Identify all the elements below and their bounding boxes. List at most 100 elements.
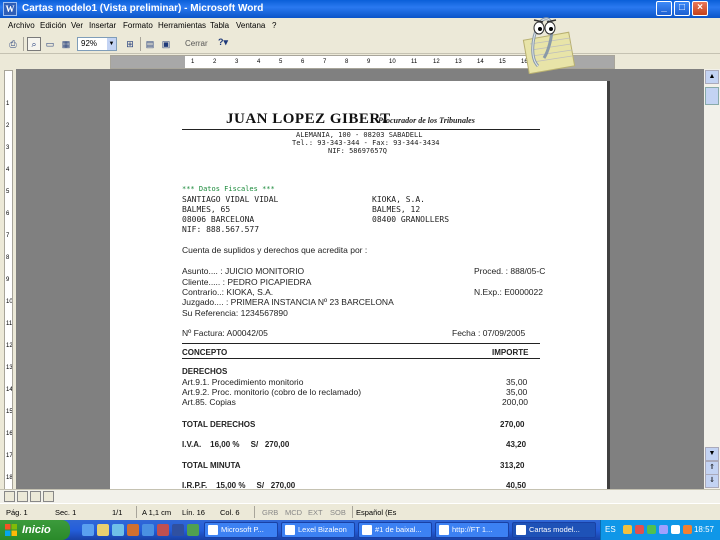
outline-view-icon[interactable] [43,491,54,502]
vertical-scrollbar[interactable]: ▲ ▼ ⇑ ⇓ [704,69,720,489]
explorer-quicklaunch-icon[interactable] [97,524,109,536]
outlook-quicklaunch-icon[interactable] [142,524,154,536]
tray-icon-1[interactable] [623,525,632,534]
start-button[interactable]: Inicio [0,520,70,540]
normal-view-icon[interactable] [4,491,15,502]
ruler-tick: 9 [367,59,371,65]
next-page-icon[interactable]: ⇓ [705,474,719,488]
task-icon [439,525,449,535]
print-view-icon[interactable] [30,491,41,502]
ie-quicklaunch-icon[interactable] [82,524,94,536]
task-button-5[interactable]: Cartas model... [512,522,596,538]
status-pages: 1/1 [112,508,123,517]
task-icon [285,525,295,535]
menu-formato[interactable]: Formato [123,21,153,30]
print-icon[interactable]: ⎙ [6,37,20,51]
office-assistant-icon[interactable] [512,8,576,74]
task-icon [208,525,218,535]
document-page[interactable]: JUAN LOPEZ GIBERT Procurador de los Trib… [110,81,610,489]
status-language[interactable]: Español (Es [356,508,396,517]
juzgado-line: Juzgado.... : PRIMERA INSTANCIA Nº 23 BA… [182,297,394,307]
ruler-tick: 8 [6,255,10,261]
ruler-tick: 12 [433,59,440,65]
word-app-icon[interactable]: W [3,2,17,16]
minimize-button[interactable]: _ [656,1,672,16]
one-page-icon[interactable]: ▭ [43,37,57,51]
line-3-label: Art.85. Copias [182,397,236,407]
help-icon[interactable]: ?▾ [218,37,228,48]
magnifier-icon[interactable]: ⌕ [27,37,41,51]
ruler-tick: 5 [279,59,283,65]
web-view-icon[interactable] [17,491,28,502]
tray-icon-3[interactable] [647,525,656,534]
lawyer-role: Procurador de los Tribunales [378,116,475,125]
menu-bar: Archivo Edición Ver Insertar Formato Her… [0,18,720,34]
menu-ventana[interactable]: Ventana [236,21,265,30]
horizontal-scrollbar[interactable] [0,489,720,503]
status-column: Col. 6 [220,508,240,517]
ruler-tick: 15 [6,409,13,415]
vertical-ruler[interactable]: 1 2 3 4 5 6 7 8 9 10 11 12 13 14 15 16 17 18 [4,70,13,490]
ruler-tick: 5 [6,189,10,195]
scroll-thumb[interactable] [705,87,719,105]
status-ext[interactable]: EXT [308,508,323,517]
menu-tabla[interactable]: Tabla [210,21,229,30]
ruler-tick: 18 [6,475,13,481]
menu-insertar[interactable]: Insertar [89,21,116,30]
task-label-3: #1 de baixal... [375,525,422,534]
media-quicklaunch-icon[interactable] [127,524,139,536]
start-label: Inicio [22,524,51,536]
ruler-tick: 7 [323,59,327,65]
task-button-4[interactable]: http://FT 1... [435,522,509,538]
chevron-down-icon[interactable]: ▼ [107,38,116,50]
zoom-value: 92% [81,39,98,48]
tray-icon-5[interactable] [671,525,680,534]
shrink-to-fit-icon[interactable]: ▤ [143,37,157,51]
close-window-button[interactable]: × [692,1,708,16]
line-2-value: 35,00 [506,387,528,397]
ruler-tick: 15 [499,59,506,65]
tray-icon-6[interactable] [683,525,692,534]
ruler-tick: 1 [191,59,195,65]
quicklaunch-icon-7[interactable] [172,524,184,536]
word-window: W Cartas modelo1 (Vista preliminar) - Mi… [0,0,720,540]
ruler-tick: 11 [6,321,13,327]
zoom-select[interactable]: 92% ▼ [77,37,117,51]
full-screen-icon[interactable]: ▣ [159,37,173,51]
quicklaunch-icon-8[interactable] [187,524,199,536]
status-grb[interactable]: GRB [262,508,278,517]
task-button-2[interactable]: Lexel Bizaleon [281,522,355,538]
task-button-1[interactable]: Microsoft P... [204,522,278,538]
ruler-tick: 12 [6,343,13,349]
previous-page-icon[interactable]: ⇑ [705,461,719,475]
multiple-pages-icon[interactable]: ▦ [59,37,73,51]
menu-ver[interactable]: Ver [71,21,83,30]
menu-herramientas[interactable]: Herramientas [158,21,206,30]
status-sob[interactable]: SOB [330,508,346,517]
view-ruler-icon[interactable]: ⊞ [123,37,137,51]
task-button-3[interactable]: #1 de baixal... [358,522,432,538]
scroll-down-icon[interactable]: ▼ [705,447,719,461]
status-mcd[interactable]: MCD [285,508,302,517]
quicklaunch-icon-6[interactable] [157,524,169,536]
ruler-tick: 10 [6,299,13,305]
status-section: Sec. 1 [55,508,77,517]
menu-archivo[interactable]: Archivo [8,21,35,30]
fiscal-title: *** Datos Fiscales *** [182,185,275,193]
input-language[interactable]: ES [605,525,616,534]
ruler-tick: 11 [411,59,418,65]
menu-help[interactable]: ? [272,21,276,30]
scroll-up-icon[interactable]: ▲ [705,70,719,84]
maximize-button[interactable]: □ [674,1,690,16]
status-bar: Pág. 1 Sec. 1 1/1 A 1,1 cm Lín. 16 Col. … [0,503,720,520]
tray-icon-4[interactable] [659,525,668,534]
ruler-tick: 1 [6,101,10,107]
phone-line: Tel.: 93-343-344 - Fax: 93-344-3434 [292,139,440,147]
ruler-tick: 7 [6,233,10,239]
desktop-quicklaunch-icon[interactable] [112,524,124,536]
ruler-tick: 16 [6,431,13,437]
line-1-label: Art.9.1. Procedimiento monitorio [182,377,304,387]
tray-icon-2[interactable] [635,525,644,534]
task-label-4: http://FT 1... [452,525,493,534]
menu-edicion[interactable]: Edición [40,21,66,30]
